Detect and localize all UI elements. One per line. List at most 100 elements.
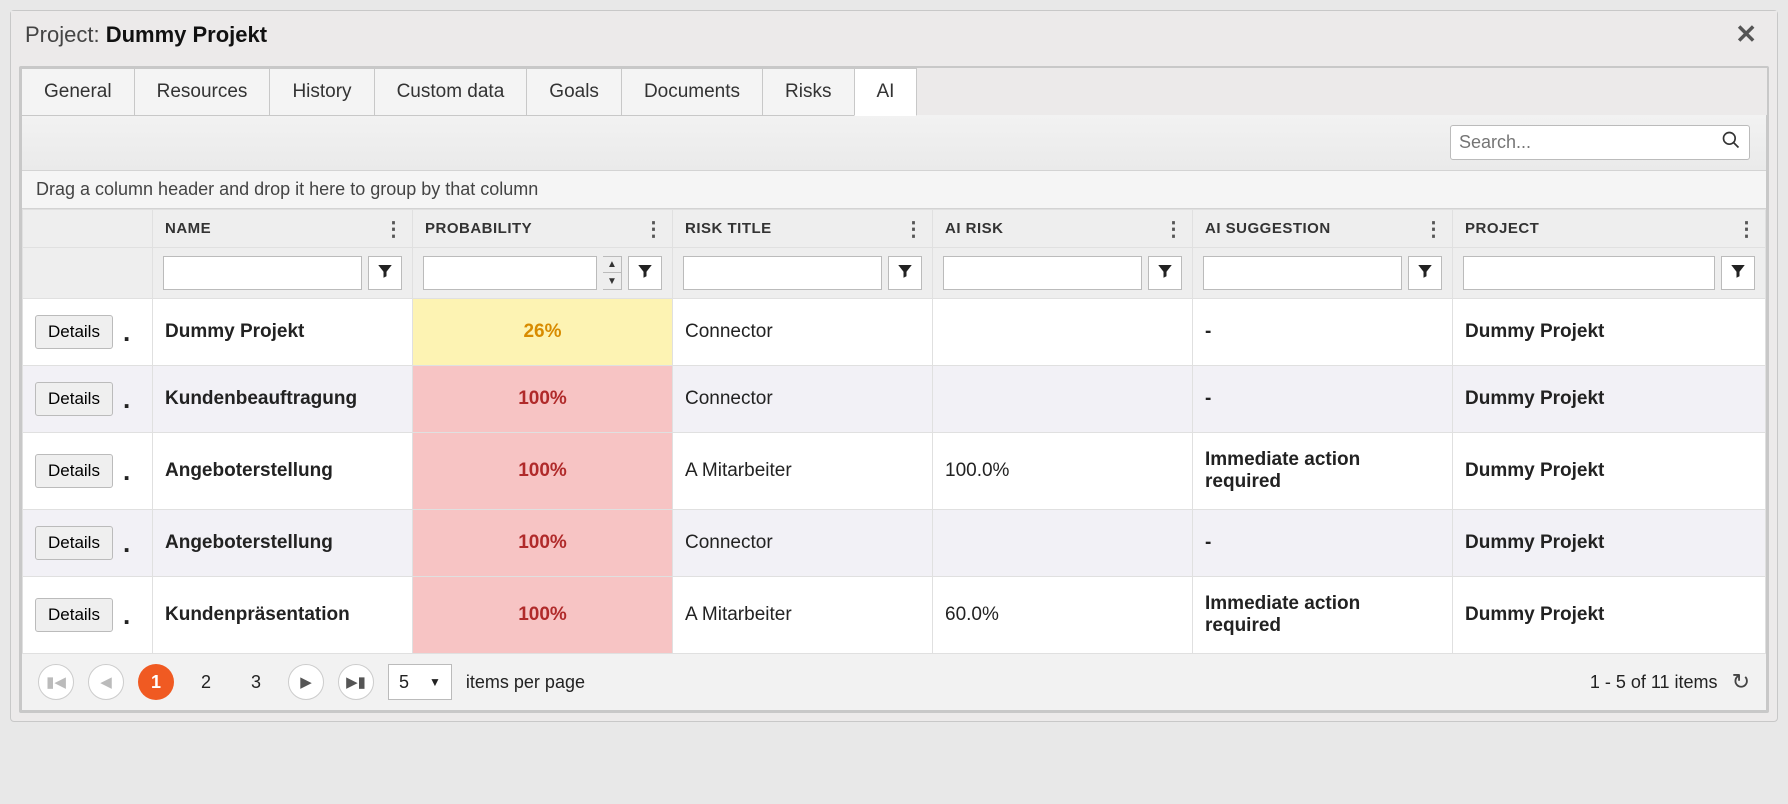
cell-risk-title: Connector bbox=[673, 510, 933, 577]
filter-input[interactable] bbox=[1463, 256, 1715, 290]
column-header[interactable]: PROJECT⋮ bbox=[1453, 210, 1766, 248]
details-button[interactable]: Details bbox=[35, 454, 113, 488]
tab-strip: GeneralResourcesHistoryCustom dataGoalsD… bbox=[21, 68, 1767, 116]
page-size-select[interactable]: 5 ▼ bbox=[388, 664, 452, 700]
details-cell: Details. bbox=[23, 577, 153, 654]
funnel-icon bbox=[376, 262, 394, 285]
cell-probability: 100% bbox=[413, 366, 673, 433]
filter-input[interactable] bbox=[1203, 256, 1402, 290]
filter-input[interactable] bbox=[683, 256, 882, 290]
details-button[interactable]: Details bbox=[35, 526, 113, 560]
funnel-icon bbox=[636, 262, 654, 285]
cell-risk-title: A Mitarbeiter bbox=[673, 433, 933, 510]
funnel-icon bbox=[1416, 262, 1434, 285]
pager-page-1[interactable]: 1 bbox=[138, 664, 174, 700]
group-by-drop-zone[interactable]: Drag a column header and drop it here to… bbox=[22, 171, 1766, 209]
filter-button[interactable] bbox=[628, 256, 662, 290]
tab-general[interactable]: General bbox=[21, 68, 135, 116]
pager-next-icon: ▶ bbox=[300, 673, 312, 691]
cell-project: Dummy Projekt bbox=[1453, 433, 1766, 510]
details-cell: Details. bbox=[23, 433, 153, 510]
cell-ai-risk: 60.0% bbox=[933, 577, 1193, 654]
pager-page-2[interactable]: 2 bbox=[188, 664, 224, 700]
column-label: AI RISK bbox=[945, 220, 1004, 237]
details-button[interactable]: Details bbox=[35, 315, 113, 349]
cell-risk-title: Connector bbox=[673, 366, 933, 433]
project-prefix: Project: bbox=[25, 22, 106, 47]
column-menu-icon[interactable]: ⋮ bbox=[384, 216, 405, 241]
table-row: Details.Angeboterstellung100%Connector-D… bbox=[23, 510, 1766, 577]
column-label: PROBABILITY bbox=[425, 220, 532, 237]
cell-ai-risk bbox=[933, 366, 1193, 433]
search-field[interactable] bbox=[1450, 125, 1750, 160]
search-input[interactable] bbox=[1459, 132, 1721, 153]
column-menu-icon[interactable]: ⋮ bbox=[1164, 216, 1185, 241]
table-row: Details.Kundenpräsentation100%A Mitarbei… bbox=[23, 577, 1766, 654]
tab-history[interactable]: History bbox=[269, 68, 374, 116]
grid-body: Details.Dummy Projekt26%Connector-Dummy … bbox=[23, 299, 1766, 654]
pager-range: 1 - 5 of 11 items bbox=[1590, 672, 1718, 693]
filter-button[interactable] bbox=[1721, 256, 1755, 290]
column-header[interactable]: RISK TITLE ⋮ bbox=[673, 210, 933, 248]
column-header[interactable] bbox=[23, 210, 153, 248]
cell-probability: 26% bbox=[413, 299, 673, 366]
column-label: AI SUGGESTION bbox=[1205, 220, 1331, 237]
column-label: RISK TITLE bbox=[685, 220, 772, 237]
column-header[interactable]: NAME ⋮ bbox=[153, 210, 413, 248]
spinner-up-icon[interactable]: ▲ bbox=[603, 257, 621, 273]
details-cell: Details. bbox=[23, 510, 153, 577]
cell-probability: 100% bbox=[413, 577, 673, 654]
page-numbers: 123 bbox=[138, 664, 274, 700]
column-menu-icon[interactable]: ⋮ bbox=[904, 216, 925, 241]
column-menu-icon[interactable]: ⋮ bbox=[1424, 216, 1445, 241]
funnel-icon bbox=[896, 262, 914, 285]
filter-input[interactable] bbox=[163, 256, 362, 290]
pager-page-3[interactable]: 3 bbox=[238, 664, 274, 700]
filter-cell bbox=[1193, 248, 1453, 299]
table-row: Details.Kundenbeauftragung100%Connector-… bbox=[23, 366, 1766, 433]
panel-body: GeneralResourcesHistoryCustom dataGoalsD… bbox=[19, 66, 1769, 713]
pager-first-button[interactable]: ▮◀ bbox=[38, 664, 74, 700]
filter-button[interactable] bbox=[368, 256, 402, 290]
pager-next-button[interactable]: ▶ bbox=[288, 664, 324, 700]
column-menu-icon[interactable]: ⋮ bbox=[1737, 216, 1758, 241]
column-header[interactable]: AI RISK ⋮ bbox=[933, 210, 1193, 248]
details-button[interactable]: Details bbox=[35, 598, 113, 632]
filter-cell bbox=[23, 248, 153, 299]
details-cell: Details. bbox=[23, 299, 153, 366]
details-button[interactable]: Details bbox=[35, 382, 113, 416]
pager-last-button[interactable]: ▶▮ bbox=[338, 664, 374, 700]
tab-resources[interactable]: Resources bbox=[134, 68, 271, 116]
column-label: NAME bbox=[165, 220, 211, 237]
filter-button[interactable] bbox=[1408, 256, 1442, 290]
tab-goals[interactable]: Goals bbox=[526, 68, 622, 116]
close-icon: ✕ bbox=[1735, 19, 1757, 49]
numeric-spinner[interactable]: ▲▼ bbox=[603, 256, 622, 290]
cell-name: Kundenpräsentation bbox=[153, 577, 413, 654]
filter-row: ▲▼ bbox=[23, 248, 1766, 299]
tab-documents[interactable]: Documents bbox=[621, 68, 763, 116]
column-header[interactable]: AI SUGGESTION ⋮ bbox=[1193, 210, 1453, 248]
filter-input[interactable] bbox=[423, 256, 597, 290]
filter-cell bbox=[933, 248, 1193, 299]
cell-ai-risk bbox=[933, 299, 1193, 366]
column-menu-icon[interactable]: ⋮ bbox=[644, 216, 665, 241]
column-header[interactable]: PROBABILITY ⋮ bbox=[413, 210, 673, 248]
filter-button[interactable] bbox=[888, 256, 922, 290]
tab-risks[interactable]: Risks bbox=[762, 68, 854, 116]
refresh-button[interactable]: ↻ bbox=[1732, 669, 1750, 695]
search-icon bbox=[1721, 130, 1741, 155]
filter-input[interactable] bbox=[943, 256, 1142, 290]
page-size-value: 5 bbox=[399, 672, 409, 693]
tab-ai[interactable]: AI bbox=[854, 68, 918, 116]
dropdown-icon: ▼ bbox=[429, 675, 441, 689]
pager-first-icon: ▮◀ bbox=[46, 673, 66, 691]
project-panel: Project: Dummy Projekt ✕ GeneralResource… bbox=[10, 10, 1778, 722]
tab-custom-data[interactable]: Custom data bbox=[374, 68, 528, 116]
cell-ai-risk bbox=[933, 510, 1193, 577]
cell-ai-suggestion: Immediate action required bbox=[1193, 577, 1453, 654]
filter-button[interactable] bbox=[1148, 256, 1182, 290]
pager-prev-button[interactable]: ◀ bbox=[88, 664, 124, 700]
spinner-down-icon[interactable]: ▼ bbox=[603, 273, 621, 289]
close-button[interactable]: ✕ bbox=[1729, 19, 1763, 50]
